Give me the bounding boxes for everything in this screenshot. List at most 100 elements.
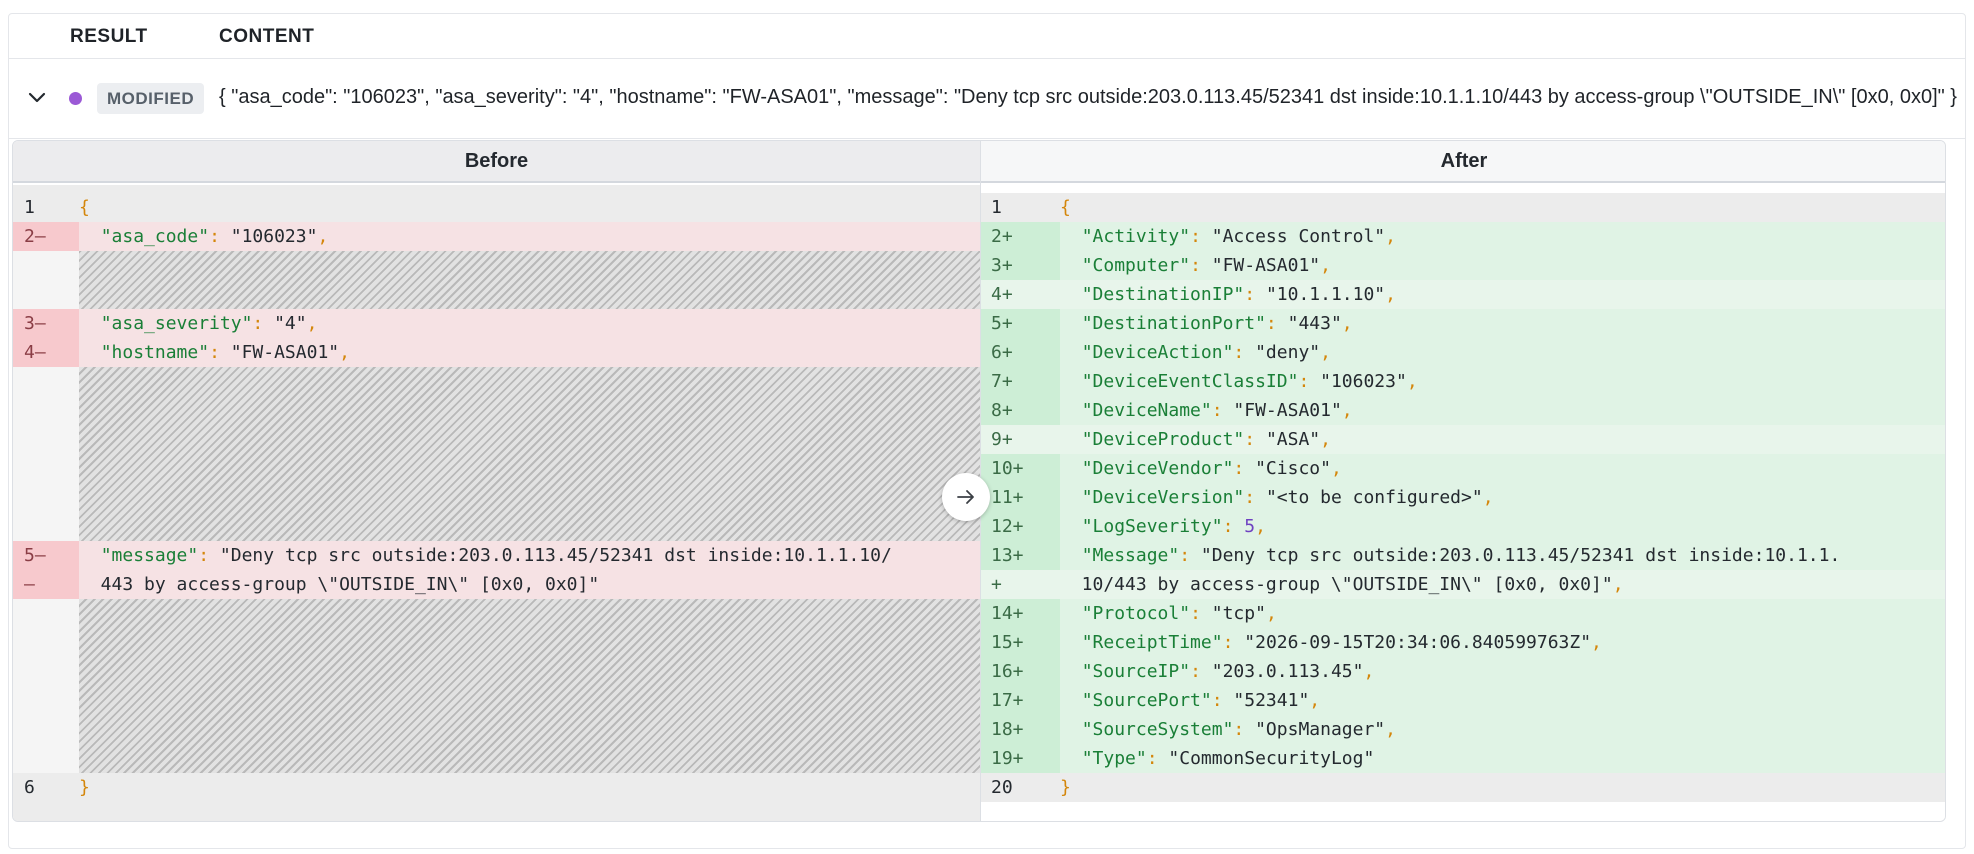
diff-line: 4+ "DestinationIP": "10.1.1.10", bbox=[981, 280, 1945, 309]
json-key: "SourcePort" bbox=[1081, 690, 1212, 711]
colon: : bbox=[1298, 371, 1321, 392]
colon: : bbox=[1179, 545, 1201, 566]
diff-line: 1{ bbox=[13, 193, 980, 222]
line-number: — bbox=[13, 570, 79, 599]
code-text: "SourceSystem": "OpsManager", bbox=[1060, 715, 1945, 744]
after-title: After bbox=[981, 141, 1945, 183]
diff-line: 19+ "Type": "CommonSecurityLog" bbox=[981, 744, 1945, 773]
colon: : bbox=[1244, 284, 1266, 305]
json-value: "10.1.1.10" bbox=[1265, 284, 1386, 305]
comma: , bbox=[306, 313, 318, 334]
diff-line: 2— "asa_code": "106023", bbox=[13, 222, 980, 251]
colon: : bbox=[1233, 342, 1256, 363]
comma: , bbox=[1363, 661, 1375, 682]
before-pane: Before 1{2— "asa_code": "106023", 3— "asa… bbox=[13, 141, 980, 821]
code-text: "LogSeverity": 5, bbox=[1060, 512, 1945, 541]
diff-line: 13+ "Message": "Deny tcp src outside:203… bbox=[981, 541, 1945, 570]
colon: : bbox=[1146, 748, 1169, 769]
json-key: "asa_severity" bbox=[100, 313, 253, 334]
diff-line: + 10/443 by access-group \"OUTSIDE_IN\" … bbox=[981, 570, 1945, 599]
diff-line: 3+ "Computer": "FW-ASA01", bbox=[981, 251, 1945, 280]
json-key: "DeviceProduct" bbox=[1081, 429, 1245, 450]
json-value: "FW-ASA01" bbox=[1211, 255, 1321, 276]
empty-gap-gutter bbox=[13, 251, 79, 309]
diff-line: 5+ "DestinationPort": "443", bbox=[981, 309, 1945, 338]
table-header: RESULT CONTENT bbox=[9, 14, 1965, 59]
json-value: "106023" bbox=[230, 226, 318, 247]
colon: : bbox=[1190, 661, 1212, 682]
code-text: "SourceIP": "203.0.113.45", bbox=[1060, 657, 1945, 686]
before-code: 1{2— "asa_code": "106023", 3— "asa_severi… bbox=[13, 185, 980, 821]
diff-line: 18+ "SourceSystem": "OpsManager", bbox=[981, 715, 1945, 744]
line-number: 10+ bbox=[981, 454, 1060, 483]
json-value: "FW-ASA01" bbox=[230, 342, 340, 363]
line-number: 11+ bbox=[981, 483, 1060, 512]
json-value: "443" bbox=[1287, 313, 1342, 334]
comma: , bbox=[1385, 284, 1396, 305]
swap-direction-button[interactable] bbox=[942, 473, 990, 521]
line-number: 20 bbox=[981, 773, 1060, 802]
code-text: } bbox=[1060, 773, 1945, 802]
code-text: "SourcePort": "52341", bbox=[1060, 686, 1945, 715]
code-text: "DeviceVersion": "<to be configured>", bbox=[1060, 483, 1945, 512]
line-number: + bbox=[981, 570, 1060, 599]
diff-line: 6} bbox=[13, 773, 980, 802]
line-number: 17+ bbox=[981, 686, 1060, 715]
json-key: "Type" bbox=[1081, 748, 1147, 769]
colon: : bbox=[198, 545, 220, 566]
json-value: "52341" bbox=[1233, 690, 1310, 711]
brace: { bbox=[1060, 197, 1071, 218]
diff-line: 9+ "DeviceProduct": "ASA", bbox=[981, 425, 1945, 454]
comma: , bbox=[1320, 429, 1331, 450]
json-value: 443 by access-group \"OUTSIDE_IN\" [0x0,… bbox=[79, 574, 600, 595]
colon: : bbox=[1244, 487, 1266, 508]
comma: , bbox=[1385, 226, 1396, 247]
json-value: "Deny tcp src outside:203.0.113.45/52341… bbox=[1200, 545, 1841, 566]
colon: : bbox=[252, 313, 275, 334]
diff-line: 11+ "DeviceVersion": "<to be configured>… bbox=[981, 483, 1945, 512]
json-key: "ReceiptTime" bbox=[1081, 632, 1223, 653]
diff-line: — 443 by access-group \"OUTSIDE_IN\" [0x… bbox=[13, 570, 980, 599]
json-value: "ASA" bbox=[1265, 429, 1321, 450]
empty-gap-gutter bbox=[13, 367, 79, 541]
diff-line: 16+ "SourceIP": "203.0.113.45", bbox=[981, 657, 1945, 686]
comma: , bbox=[1255, 516, 1266, 537]
line-number: 5— bbox=[13, 541, 79, 570]
comma: , bbox=[1341, 313, 1353, 334]
result-row[interactable]: MODIFIED { "asa_code": "106023", "asa_se… bbox=[9, 59, 1965, 139]
line-number: 18+ bbox=[981, 715, 1060, 744]
arrow-right-icon bbox=[957, 490, 974, 504]
line-number: 14+ bbox=[981, 599, 1060, 628]
brace: { bbox=[79, 197, 90, 218]
line-number: 8+ bbox=[981, 396, 1060, 425]
diff-line: 17+ "SourcePort": "52341", bbox=[981, 686, 1945, 715]
json-key: "LogSeverity" bbox=[1081, 516, 1223, 537]
status-dot-icon bbox=[69, 92, 82, 105]
line-number: 16+ bbox=[981, 657, 1060, 686]
comma: , bbox=[1309, 690, 1321, 711]
line-number: 6+ bbox=[981, 338, 1060, 367]
json-key: "Protocol" bbox=[1081, 603, 1191, 624]
chevron-down-icon[interactable] bbox=[25, 85, 49, 109]
json-value: "203.0.113.45" bbox=[1211, 661, 1364, 682]
after-code: 1{2+ "Activity": "Access Control", 3+ "Co… bbox=[981, 185, 1945, 821]
comma: , bbox=[1330, 458, 1342, 479]
comma: , bbox=[1612, 574, 1624, 595]
line-number: 4— bbox=[13, 338, 79, 367]
brace: } bbox=[1060, 777, 1071, 798]
json-key: "DestinationPort" bbox=[1081, 313, 1266, 334]
comma: , bbox=[1320, 342, 1331, 363]
colon: : bbox=[1244, 429, 1266, 450]
colon: : bbox=[1211, 400, 1234, 421]
content-preview: { "asa_code": "106023", "asa_severity": … bbox=[219, 86, 1957, 108]
